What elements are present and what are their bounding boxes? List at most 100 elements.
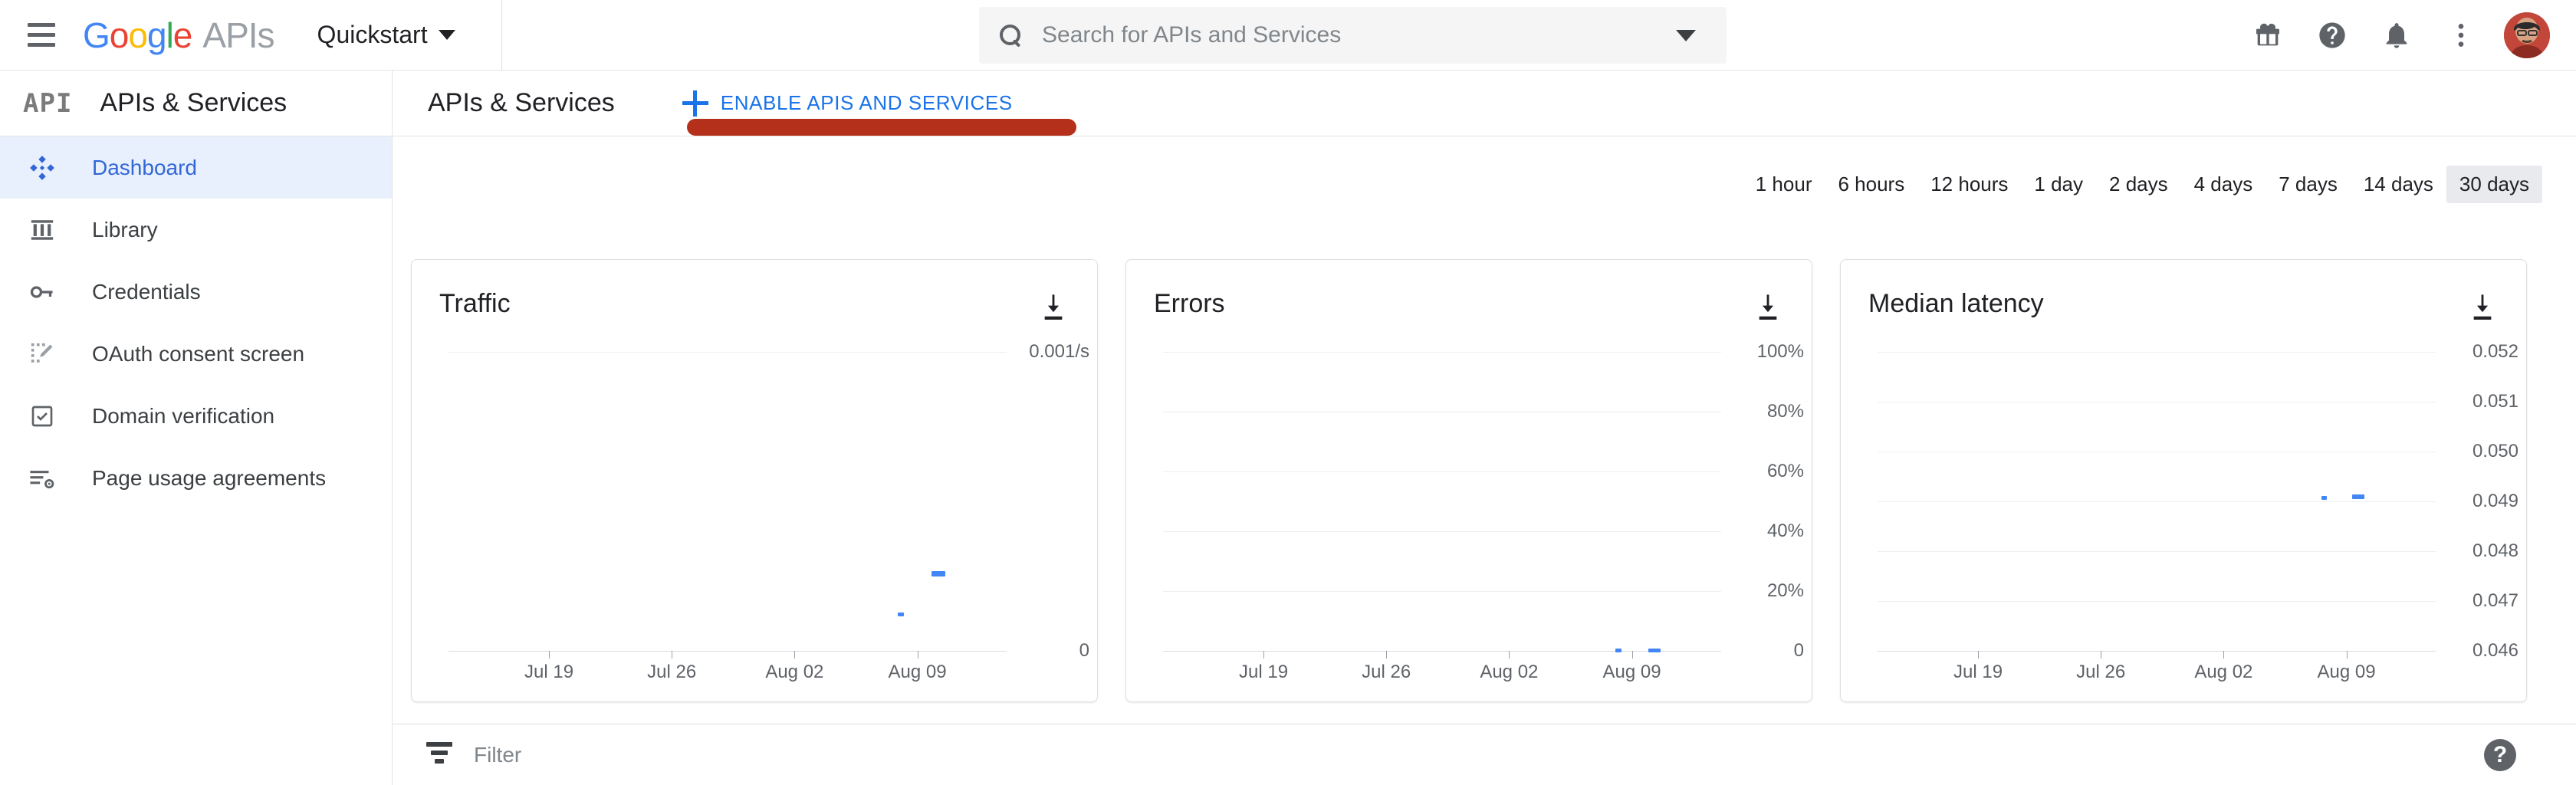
- download-icon[interactable]: [2469, 292, 2496, 321]
- gridline: [449, 352, 1007, 353]
- plus-icon: [682, 90, 708, 117]
- download-icon[interactable]: [1040, 292, 1066, 321]
- api-product-icon: API: [23, 87, 73, 119]
- sidebar-item-label: OAuth consent screen: [92, 341, 305, 366]
- y-axis-tick: 0.048: [2472, 540, 2518, 561]
- traffic-plot: 0.001/s 0 Jul 19 Jul 26 Aug 02 Aug 09: [449, 341, 1089, 682]
- sidebar-item-oauth-consent-screen[interactable]: OAuth consent screen: [0, 323, 392, 385]
- y-axis-tick: 0: [1793, 640, 1804, 661]
- sidebar-item-domain-verification[interactable]: Domain verification: [0, 385, 392, 447]
- card-title: Median latency: [1868, 289, 2044, 318]
- notifications-bell-icon[interactable]: [2364, 3, 2429, 67]
- sidebar-item-credentials[interactable]: Credentials: [0, 261, 392, 323]
- x-tick-mark: [1509, 651, 1510, 659]
- search-bar[interactable]: Search for APIs and Services: [979, 7, 1727, 64]
- x-tick-mark: [549, 651, 550, 659]
- search-dropdown-chevron-icon[interactable]: [1676, 29, 1696, 41]
- time-range-option[interactable]: 14 days: [2351, 166, 2446, 203]
- hamburger-menu-icon[interactable]: [20, 14, 63, 57]
- time-range-option[interactable]: 7 days: [2266, 166, 2351, 203]
- errors-card: Errors 100% 80% 60% 40% 20% 0 Jul 19 Jul…: [1125, 259, 1812, 702]
- x-tick-mark: [1631, 651, 1633, 659]
- search-input[interactable]: Search for APIs and Services: [1042, 22, 1676, 48]
- data-point: [2321, 496, 2327, 500]
- time-range-option[interactable]: 2 days: [2096, 166, 2181, 203]
- gridline: [1878, 551, 2436, 552]
- median-latency-card: Median latency 0.052 0.051 0.050 0.049 0…: [1840, 259, 2527, 702]
- logo-letter-o2: o: [128, 15, 148, 55]
- sidebar-item-library[interactable]: Library: [0, 199, 392, 261]
- time-range-option[interactable]: 12 hours: [1917, 166, 2021, 203]
- funnel-icon[interactable]: [426, 741, 452, 768]
- time-range-option[interactable]: 1 day: [2021, 166, 2096, 203]
- y-axis-tick: 0.049: [2472, 491, 2518, 511]
- product-title: APIs & Services: [100, 88, 288, 117]
- enable-apis-and-services-button[interactable]: ENABLE APIS AND SERVICES: [682, 90, 1013, 117]
- axis-line: [1878, 651, 2436, 652]
- y-axis-tick: 80%: [1766, 401, 1804, 422]
- logo-letter-o1: o: [109, 15, 130, 55]
- y-axis-tick: 40%: [1766, 521, 1804, 541]
- search-icon: [999, 24, 1022, 47]
- toolbar-divider: [501, 0, 502, 71]
- y-axis-tick: 0.051: [2472, 391, 2518, 412]
- help-icon[interactable]: [2300, 3, 2364, 67]
- gridline: [1163, 471, 1721, 472]
- google-apis-logo: Go o g l e APIs: [83, 15, 275, 56]
- y-axis-tick: 0.052: [2472, 341, 2518, 362]
- time-range-selector: 1 hour 6 hours 12 hours 1 day 2 days 4 d…: [1743, 166, 2542, 203]
- y-axis-tick: 0.050: [2472, 441, 2518, 461]
- x-tick-mark: [1263, 651, 1265, 659]
- x-axis-tick: Jul 19: [1953, 662, 2003, 682]
- chevron-down-icon: [438, 30, 455, 40]
- time-range-option[interactable]: 6 hours: [1825, 166, 1917, 203]
- checkbox-icon: [28, 402, 57, 431]
- y-axis-tick: 100%: [1756, 341, 1804, 362]
- x-axis-tick: Jul 26: [647, 662, 697, 682]
- gift-icon[interactable]: [2236, 3, 2300, 67]
- logo-letter-g2: g: [146, 15, 167, 55]
- sidebar-item-label: Dashboard: [92, 155, 197, 179]
- dashboard-diamond-icon: [28, 153, 57, 182]
- x-axis-tick: Jul 19: [524, 662, 574, 682]
- data-point: [1648, 649, 1661, 652]
- x-axis-tick: Aug 09: [1602, 662, 1661, 682]
- sidebar-nav: Dashboard Library Credentials OAuth cons…: [0, 136, 393, 785]
- logo-letter-e: e: [172, 15, 193, 55]
- median-latency-plot: 0.052 0.051 0.050 0.049 0.048 0.047 0.04…: [1878, 341, 2518, 682]
- sub-header: API APIs & Services APIs & Services ENAB…: [0, 70, 2576, 136]
- more-options-icon[interactable]: [2429, 3, 2493, 67]
- sidebar-item-page-usage-agreements[interactable]: Page usage agreements: [0, 447, 392, 509]
- top-bar-actions: [2236, 0, 2558, 71]
- time-range-option[interactable]: 4 days: [2181, 166, 2266, 203]
- sidebar-item-dashboard[interactable]: Dashboard: [0, 136, 392, 199]
- gridline: [1878, 501, 2436, 502]
- data-point: [2351, 494, 2364, 499]
- y-axis-tick: 0.046: [2472, 640, 2518, 661]
- project-name-label: Quickstart: [317, 21, 428, 48]
- x-axis-tick: Aug 02: [2194, 662, 2253, 682]
- x-axis-tick: Jul 19: [1239, 662, 1289, 682]
- filter-input[interactable]: Filter: [474, 743, 521, 767]
- help-circle-icon[interactable]: ?: [2484, 738, 2516, 771]
- y-axis-tick: 0.047: [2472, 590, 2518, 611]
- main-content: 1 hour 6 hours 12 hours 1 day 2 days 4 d…: [393, 136, 2576, 785]
- card-title: Errors: [1154, 289, 1225, 318]
- filter-bar: Filter ?: [393, 724, 2576, 785]
- key-icon: [28, 278, 57, 307]
- project-selector[interactable]: Quickstart: [317, 21, 455, 49]
- data-point: [931, 571, 945, 576]
- sidebar-item-label: Page usage agreements: [92, 465, 327, 490]
- x-axis-tick: Aug 02: [1480, 662, 1539, 682]
- y-axis-tick: 20%: [1766, 580, 1804, 601]
- user-avatar[interactable]: [2504, 12, 2550, 58]
- x-axis-tick: Jul 26: [1362, 662, 1411, 682]
- card-title: Traffic: [439, 289, 511, 318]
- time-range-option-selected[interactable]: 30 days: [2446, 166, 2542, 203]
- data-point: [898, 613, 905, 616]
- time-range-option[interactable]: 1 hour: [1743, 166, 1825, 203]
- usage-agreements-icon: [28, 464, 57, 493]
- traffic-card: Traffic 0.001/s 0 Jul 19 Jul 26 Aug 02 A…: [411, 259, 1098, 702]
- red-highlight-annotation: [687, 119, 1076, 136]
- download-icon[interactable]: [1755, 292, 1781, 321]
